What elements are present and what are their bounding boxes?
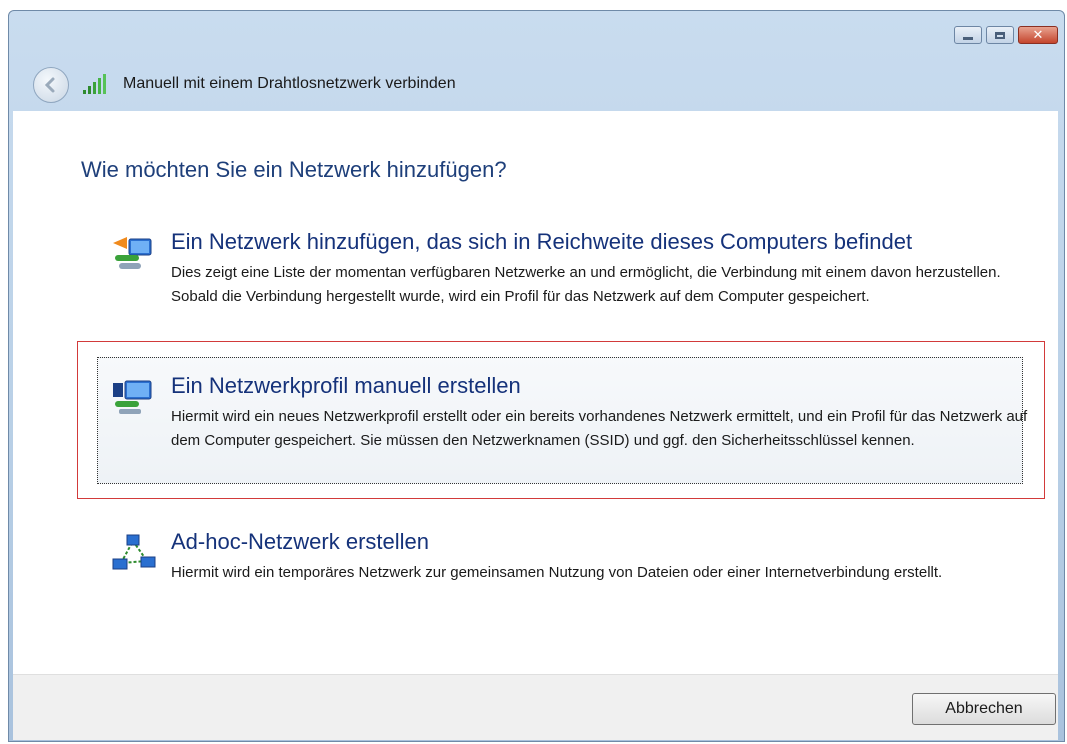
option-description: Dies zeigt eine Liste der momentan verfü…	[171, 264, 1001, 305]
network-profile-icon	[113, 380, 152, 414]
option-create-profile-manually[interactable]: Ein Netzwerkprofil manuell erstellen Hie…	[111, 373, 1031, 483]
network-search-icon	[113, 237, 152, 269]
option-add-nearby-network[interactable]: Ein Netzwerk hinzufügen, das sich in Rei…	[111, 229, 1031, 339]
option-create-adhoc-network[interactable]: Ad-hoc-Netzwerk erstellen Hiermit wird e…	[111, 529, 1031, 619]
wireless-signal-icon	[83, 74, 106, 94]
option-title: Ad-hoc-Netzwerk erstellen	[171, 529, 429, 554]
content-area: Wie möchten Sie ein Netzwerk hinzufügen?…	[13, 111, 1058, 674]
window-title: Manuell mit einem Drahtlosnetzwerk verbi…	[123, 75, 456, 92]
minimize-icon	[963, 36, 973, 40]
option-title: Ein Netzwerkprofil manuell erstellen	[171, 373, 521, 398]
close-button[interactable]: ✕	[1018, 26, 1058, 44]
option-description: Hiermit wird ein neues Netzwerkprofil er…	[171, 408, 1028, 449]
adhoc-network-icon	[112, 534, 156, 570]
footer-bar: Abbrechen	[13, 674, 1058, 740]
maximize-button[interactable]	[986, 26, 1014, 44]
caption-buttons: ✕	[954, 26, 1058, 44]
option-description: Hiermit wird ein temporäres Netzwerk zur…	[171, 564, 943, 581]
page-heading: Wie möchten Sie ein Netzwerk hinzufügen?	[81, 157, 507, 182]
cancel-button[interactable]: Abbrechen	[912, 693, 1056, 725]
back-arrow-icon	[44, 77, 55, 93]
wizard-window: ✕ Manuell mit einem Drahtlosnetzwerk ver…	[8, 10, 1065, 742]
close-icon: ✕	[1032, 27, 1044, 43]
title-bar: ✕ Manuell mit einem Drahtlosnetzwerk ver…	[9, 11, 1064, 111]
option-title: Ein Netzwerk hinzufügen, das sich in Rei…	[171, 229, 913, 254]
maximize-icon	[995, 31, 1005, 39]
minimize-button[interactable]	[954, 26, 982, 44]
back-button[interactable]	[33, 67, 69, 103]
